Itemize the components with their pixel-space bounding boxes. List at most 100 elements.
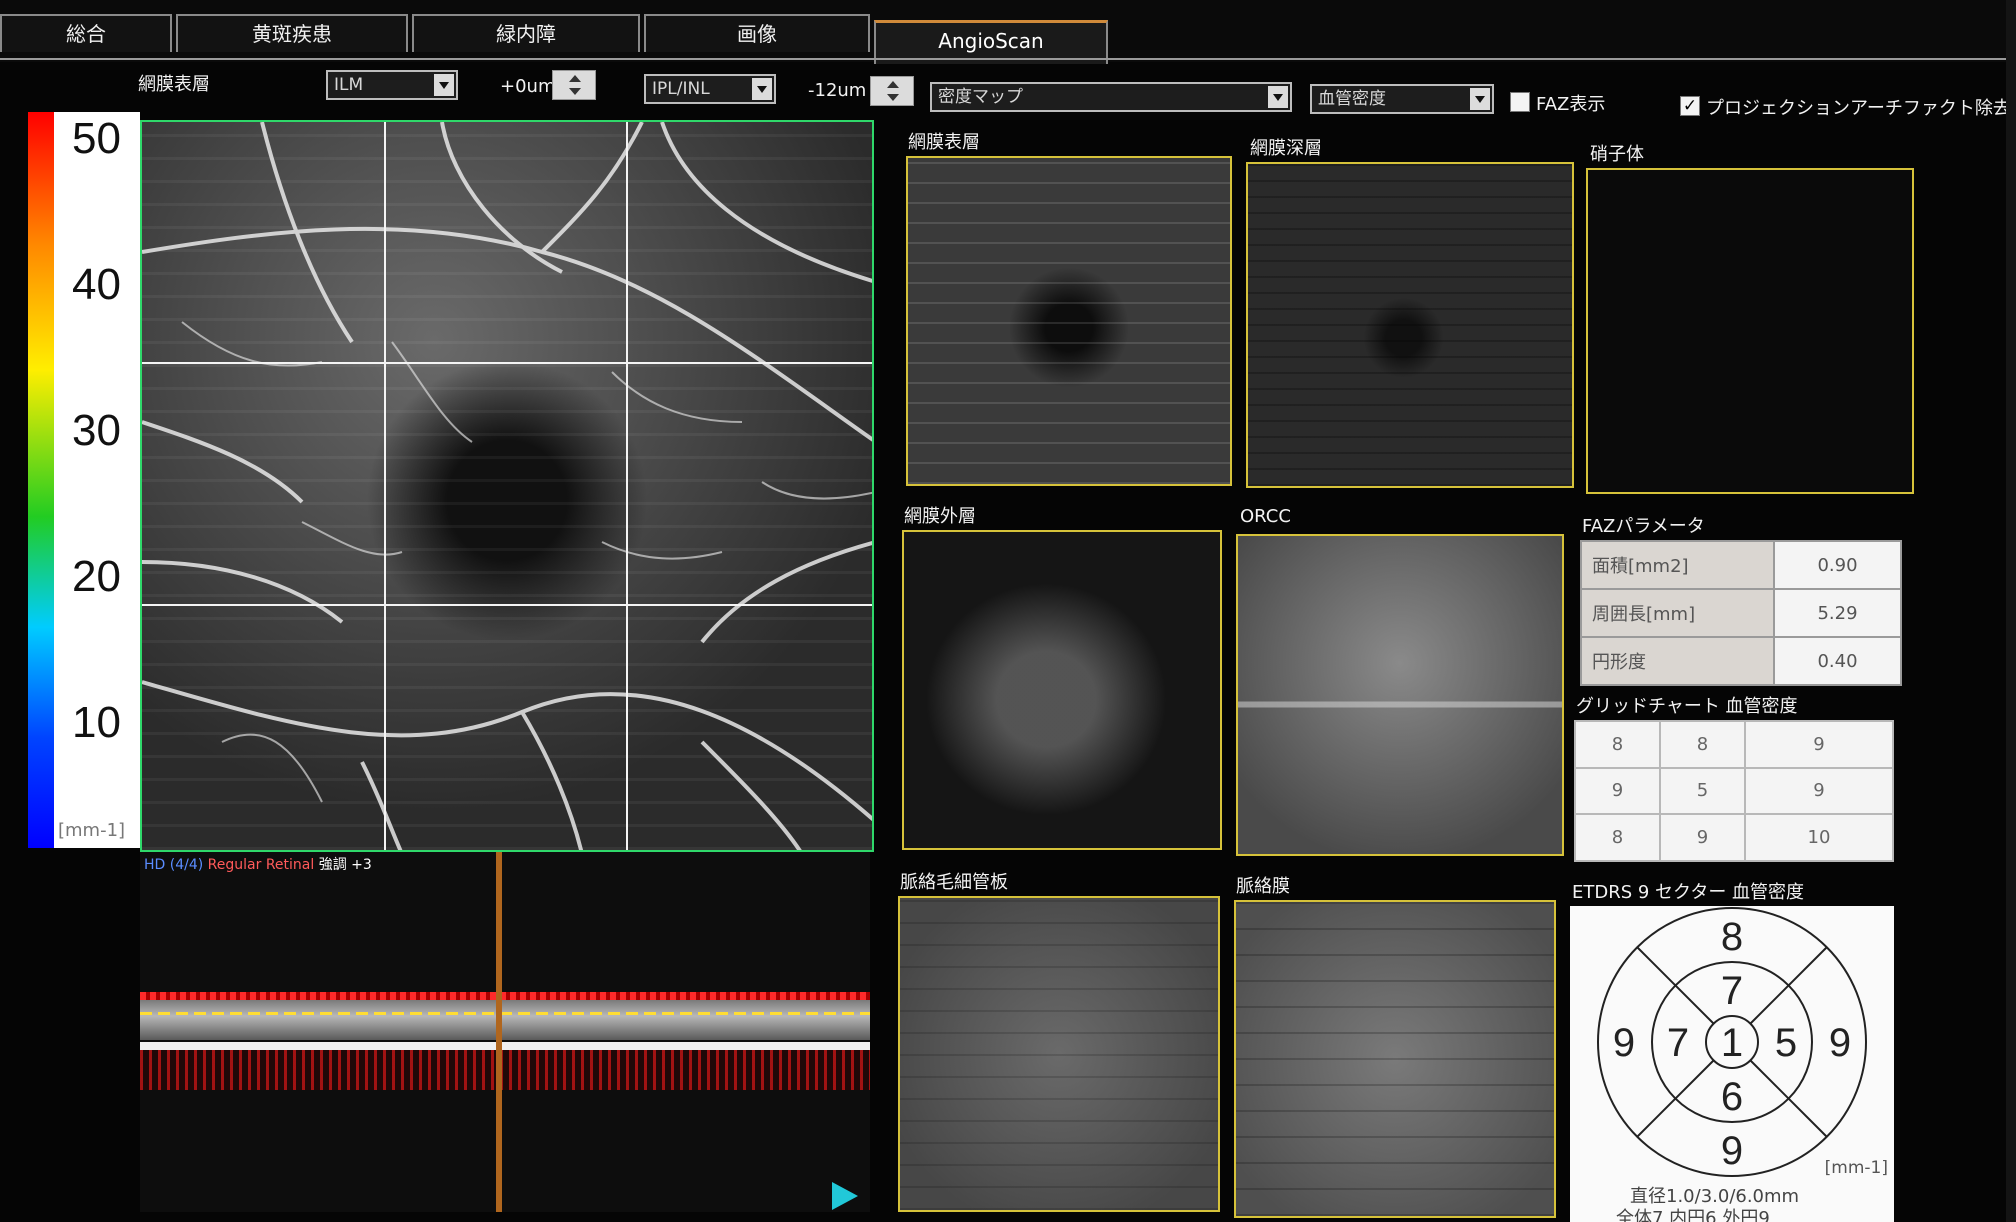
etdrs-inner-right-value: 5 [1775, 1021, 1797, 1065]
faz-param-value: 0.40 [1773, 636, 1902, 686]
scale-unit: [mm-1] [58, 820, 126, 841]
scan-position-marker[interactable] [496, 852, 502, 1212]
thumb-deep[interactable] [1246, 162, 1574, 488]
tab-images[interactable]: 画像 [644, 14, 870, 52]
lower-boundary-select[interactable]: IPL/INL [644, 74, 776, 104]
grid-line-horizontal [142, 362, 872, 364]
etdrs-outer-right-value: 9 [1829, 1021, 1851, 1065]
choroid-band [140, 1050, 870, 1090]
etdrs-title: ETDRS 9 セクター 血管密度 [1572, 882, 1805, 903]
tab-divider [0, 58, 2016, 60]
grid-cell: 9 [1574, 766, 1661, 816]
chevron-down-icon[interactable] [1268, 86, 1288, 108]
faz-params-table: 面積[mm2] 0.90 周囲長[mm] 5.29 円形度 0.40 [1580, 540, 1902, 686]
thumb-superficial[interactable] [906, 156, 1232, 486]
layer-label: 網膜表層 [138, 74, 210, 95]
tab-glaucoma[interactable]: 緑内障 [412, 14, 640, 52]
faz-params-title: FAZパラメータ [1582, 516, 1705, 537]
tab-overview[interactable]: 総合 [0, 14, 172, 52]
map-type-value: 密度マップ [938, 87, 1023, 107]
faz-param-label: 円形度 [1580, 636, 1775, 686]
color-gradient-bar [28, 112, 54, 848]
table-row: 9 5 9 [1574, 766, 1894, 816]
chevron-down-icon[interactable] [1470, 88, 1490, 110]
thumb-title-superficial: 網膜表層 [908, 132, 980, 153]
bscan-caption: HD (4/4) Regular Retinal 強調 +3 [144, 854, 372, 874]
chevron-down-icon[interactable] [434, 74, 454, 96]
boundary-ilm [140, 992, 870, 1000]
grid-chart-table: 8 8 9 9 5 9 8 9 10 [1574, 720, 1894, 862]
tab-label: AngioScan [938, 29, 1044, 53]
grid-cell: 8 [1574, 813, 1661, 862]
thumb-title-choriocapillaris: 脈絡毛細管板 [900, 872, 1008, 893]
vessel-network-illustration [142, 122, 872, 850]
grid-cell: 9 [1744, 766, 1894, 816]
upper-offset-stepper[interactable] [552, 70, 596, 100]
grid-line-vertical [626, 122, 628, 850]
etdrs-unit: [mm-1] [1824, 1158, 1888, 1178]
oct-bscan-image[interactable]: HD (4/4) Regular Retinal 強調 +3 [140, 852, 870, 1212]
grid-cell: 8 [1659, 720, 1746, 769]
faz-param-value: 5.29 [1773, 588, 1902, 638]
faz-param-value: 0.90 [1773, 540, 1902, 590]
thumb-title-orcc: ORCC [1240, 506, 1291, 527]
metric-value: 血管密度 [1318, 89, 1386, 109]
table-row: 面積[mm2] 0.90 [1580, 540, 1902, 590]
tab-label: 総合 [66, 22, 106, 46]
retina-layer-band [140, 1000, 870, 1040]
etdrs-outer-bottom-value: 9 [1721, 1129, 1743, 1173]
upper-boundary-select[interactable]: ILM [326, 70, 458, 100]
boundary-ipl-inl [140, 1012, 870, 1015]
thumb-title-choroid: 脈絡膜 [1236, 876, 1290, 897]
grid-chart-title: グリッドチャート 血管密度 [1576, 696, 1798, 717]
projection-removal-label: プロジェクションアーチファクト除去 [1706, 98, 2011, 119]
faz-param-label: 面積[mm2] [1580, 540, 1775, 590]
scale-tick-40: 40 [72, 260, 121, 309]
faz-display-checkbox[interactable] [1510, 92, 1530, 112]
lower-offset-value: -12um [808, 80, 867, 101]
tab-label: 緑内障 [496, 22, 556, 46]
table-row: 周囲長[mm] 5.29 [1580, 588, 1902, 638]
etdrs-inner-top-value: 7 [1721, 969, 1743, 1013]
faz-display-label: FAZ表示 [1536, 94, 1606, 115]
chevron-down-icon[interactable] [752, 78, 772, 100]
tab-bar: 総合 黄斑疾患 緑内障 画像 AngioScan [0, 0, 2016, 64]
tab-label: 黄斑疾患 [252, 22, 332, 46]
thumb-choroid[interactable] [1234, 900, 1556, 1218]
etdrs-outer-left-value: 9 [1613, 1021, 1635, 1065]
tab-macular[interactable]: 黄斑疾患 [176, 14, 408, 52]
bscan-mode: Regular Retinal [207, 857, 315, 873]
table-row: 8 9 10 [1574, 813, 1894, 862]
scale-tick-50: 50 [72, 114, 121, 163]
etdrs-summary: 全体7 内円6 外円9 [1616, 1208, 1770, 1222]
thumb-orcc[interactable] [1236, 534, 1564, 856]
grid-line-vertical [384, 122, 386, 850]
projection-removal-checkbox[interactable]: ✓ [1680, 96, 1700, 116]
main-angiography-image[interactable] [140, 120, 874, 852]
thumb-outer-retina[interactable] [902, 530, 1222, 850]
grid-cell: 5 [1659, 766, 1746, 816]
grid-cell: 9 [1744, 720, 1894, 769]
thumb-choriocapillaris[interactable] [898, 896, 1220, 1212]
play-icon[interactable] [832, 1182, 858, 1210]
thumb-title-outer: 網膜外層 [904, 506, 976, 527]
lower-boundary-value: IPL/INL [652, 79, 710, 99]
thumb-title-vitreous: 硝子体 [1590, 144, 1644, 165]
bscan-enhancement: 強調 +3 [318, 857, 372, 873]
metric-select[interactable]: 血管密度 [1310, 84, 1494, 114]
etdrs-sector-chart: 1 7 5 6 7 8 9 9 9 [mm-1] 直径1.0/3.0/6.0mm… [1570, 906, 1894, 1222]
rpe-band [140, 1042, 870, 1050]
density-color-scale: 50 40 30 20 10 [mm-1] [28, 112, 140, 848]
table-row: 円形度 0.40 [1580, 636, 1902, 686]
upper-offset-value: +0um [500, 76, 556, 97]
bscan-quality: HD (4/4) [144, 857, 204, 873]
grid-line-horizontal [142, 604, 872, 606]
grid-cell: 9 [1659, 813, 1746, 862]
lower-offset-stepper[interactable] [870, 76, 914, 106]
table-row: 8 8 9 [1574, 720, 1894, 769]
etdrs-inner-left-value: 7 [1667, 1021, 1689, 1065]
thumb-vitreous[interactable] [1586, 168, 1914, 494]
grid-cell: 10 [1744, 813, 1894, 862]
etdrs-inner-bottom-value: 6 [1721, 1075, 1743, 1119]
map-type-select[interactable]: 密度マップ [930, 82, 1292, 112]
